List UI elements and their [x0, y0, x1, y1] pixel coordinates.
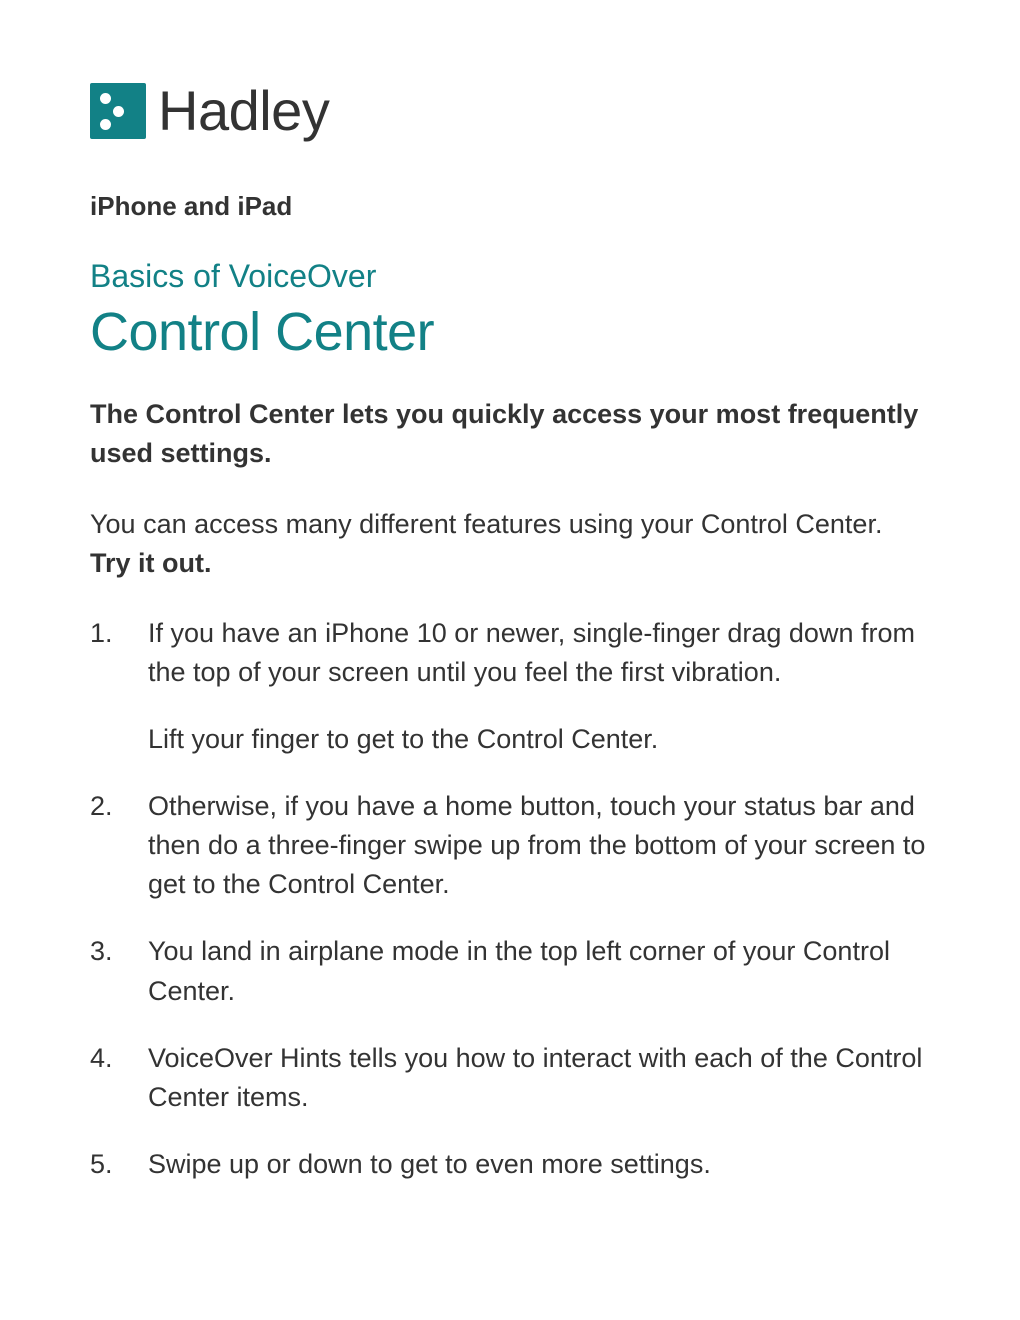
step-subtext: Lift your finger to get to the Control C…	[148, 720, 930, 759]
list-item: VoiceOver Hints tells you how to interac…	[90, 1039, 930, 1117]
intro-cta: Try it out.	[90, 548, 212, 578]
list-item: Swipe up or down to get to even more set…	[90, 1145, 930, 1184]
lesson-title: Control Center	[90, 301, 930, 363]
list-item: If you have an iPhone 10 or newer, singl…	[90, 614, 930, 759]
logo-mark-icon	[90, 83, 146, 139]
step-text: VoiceOver Hints tells you how to interac…	[148, 1043, 922, 1112]
step-text: Swipe up or down to get to even more set…	[148, 1149, 711, 1179]
steps-list: If you have an iPhone 10 or newer, singl…	[90, 614, 930, 1185]
step-text: If you have an iPhone 10 or newer, singl…	[148, 618, 915, 687]
step-text: Otherwise, if you have a home button, to…	[148, 791, 925, 899]
logo-text: Hadley	[158, 78, 329, 143]
lesson-subtitle: Basics of VoiceOver	[90, 258, 930, 295]
intro-summary: The Control Center lets you quickly acce…	[90, 395, 930, 473]
intro-paragraph: You can access many different features u…	[90, 505, 930, 583]
step-text: You land in airplane mode in the top lef…	[148, 936, 890, 1005]
device-category: iPhone and iPad	[90, 191, 930, 222]
list-item: Otherwise, if you have a home button, to…	[90, 787, 930, 904]
brand-logo: Hadley	[90, 78, 930, 143]
list-item: You land in airplane mode in the top lef…	[90, 932, 930, 1010]
intro-text: You can access many different features u…	[90, 509, 882, 539]
